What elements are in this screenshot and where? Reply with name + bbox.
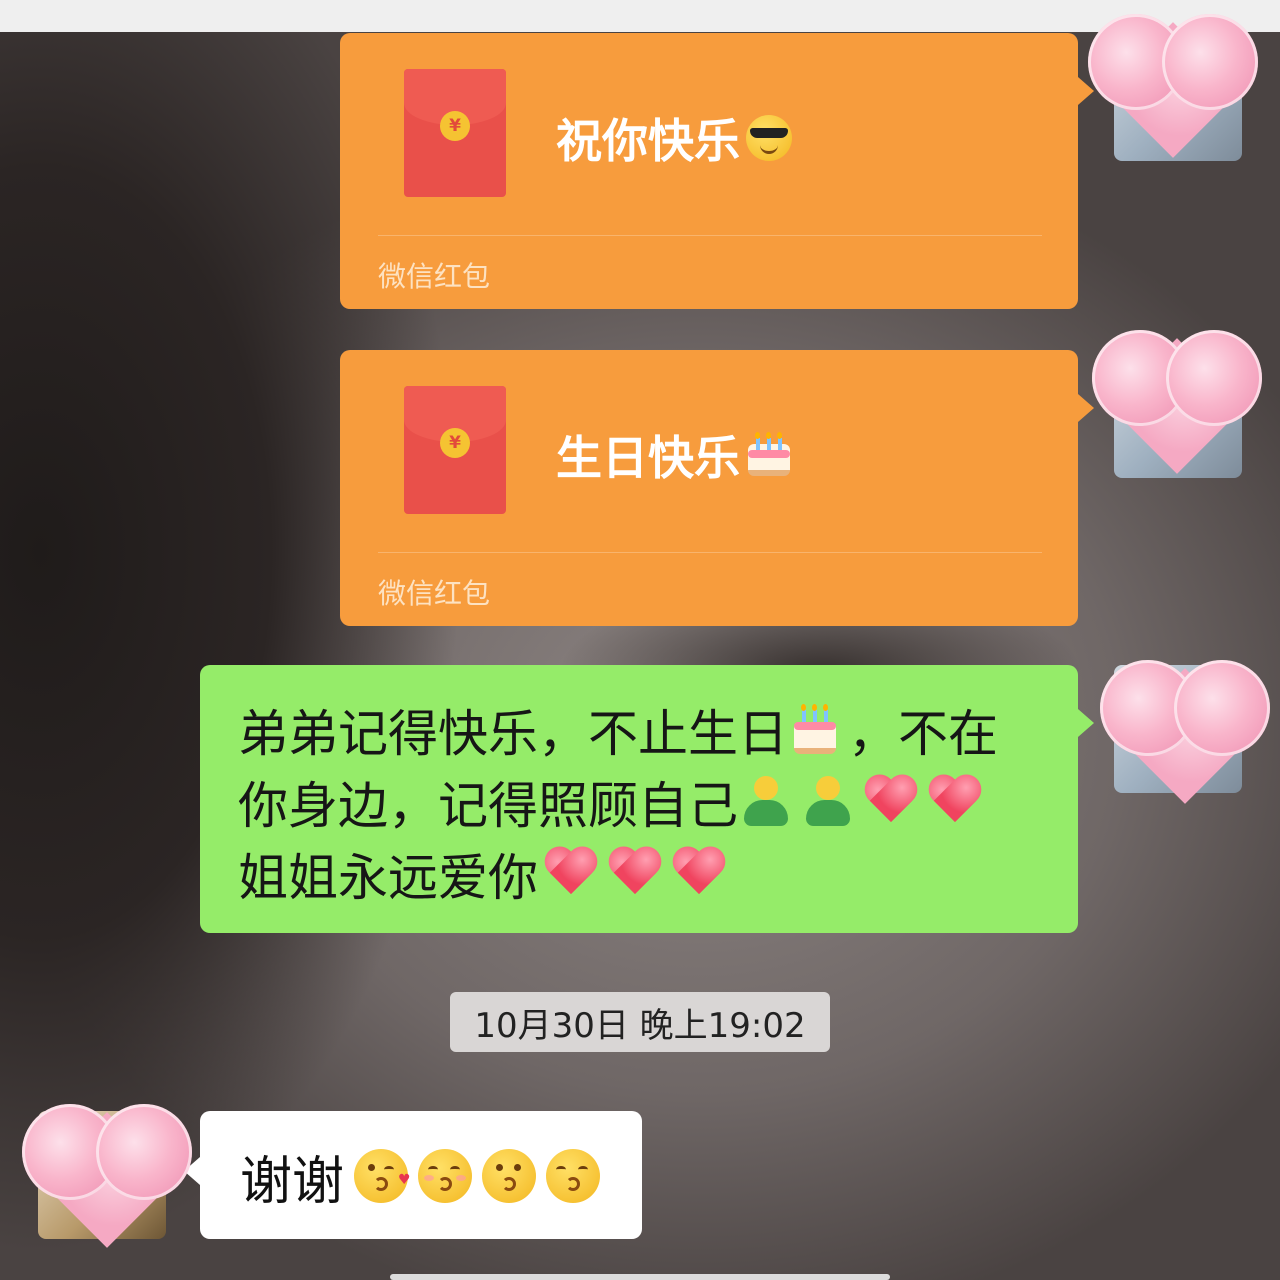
message-line: 弟弟记得快乐，不止生日 ，不在	[238, 704, 998, 763]
face-blowing-kiss-emoji-icon: ♥	[354, 1149, 411, 1203]
received-text-message[interactable]: 谢谢 ♥	[184, 1111, 642, 1239]
red-packet-label: 微信红包	[378, 260, 491, 293]
coin-icon: ¥	[440, 428, 470, 458]
home-indicator	[390, 1274, 890, 1280]
message-line: 姐姐永远爱你	[238, 839, 728, 909]
red-envelope-icon: ¥	[404, 69, 506, 197]
red-packet-title: 生日快乐	[556, 422, 792, 488]
sunglasses-emoji-icon	[746, 115, 792, 161]
sent-text-message[interactable]: 弟弟记得快乐，不止生日 ，不在 你身边，记得照顾自己 姐姐永远爱你	[200, 665, 1094, 933]
heart-emoji-icon	[862, 776, 920, 828]
kissing-face-emoji-icon	[482, 1149, 537, 1203]
heart-emoji-icon	[542, 848, 600, 900]
message-line: 谢谢 ♥	[240, 1141, 601, 1212]
message-timestamp: 10月30日 晚上19:02	[450, 992, 830, 1052]
kissing-closed-eyes-emoji-icon	[418, 1149, 473, 1203]
heart-sticker-overlay	[1100, 660, 1270, 810]
heart-emoji-icon	[606, 848, 664, 900]
red-packet-message[interactable]: ¥ 祝你快乐 微信红包	[340, 33, 1094, 309]
bubble-tail	[1078, 709, 1094, 737]
red-packet-title: 祝你快乐	[556, 105, 792, 171]
heart-sticker-overlay	[22, 1104, 192, 1254]
heart-sticker-overlay	[1092, 330, 1262, 480]
heart-emoji-icon	[926, 776, 984, 828]
red-packet-label: 微信红包	[378, 577, 491, 610]
red-envelope-icon: ¥	[404, 386, 506, 514]
divider	[378, 235, 1042, 236]
heart-sticker-overlay	[1088, 14, 1258, 164]
birthday-cake-emoji-icon	[792, 704, 844, 756]
message-line: 你身边，记得照顾自己	[238, 767, 984, 837]
coin-icon: ¥	[440, 111, 470, 141]
divider	[378, 552, 1042, 553]
kissing-smiling-eyes-emoji-icon	[546, 1149, 601, 1203]
red-packet-message[interactable]: ¥ 生日快乐 微信红包	[340, 350, 1094, 626]
heart-emoji-icon	[670, 848, 728, 900]
person-emoji-icon	[800, 774, 856, 830]
person-emoji-icon	[738, 774, 794, 830]
birthday-cake-emoji-icon	[746, 432, 792, 478]
